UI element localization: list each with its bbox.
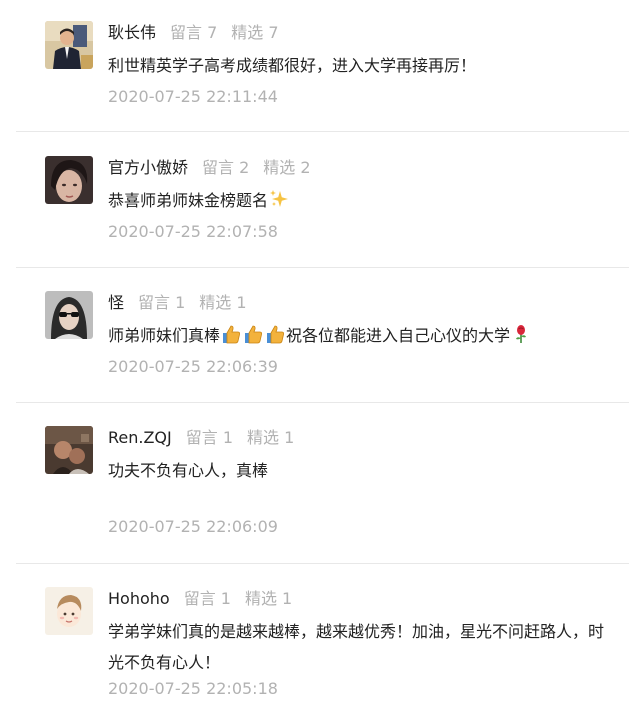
comment-text: 功夫不负有心人，真棒 [108, 461, 269, 480]
featured-count: 精选 7 [231, 23, 279, 42]
divider [16, 267, 629, 268]
nickname[interactable]: Hohoho [108, 589, 170, 608]
featured-count: 精选 1 [247, 428, 295, 447]
comment-time: 2020-07-25 22:07:58 [108, 222, 278, 241]
avatar[interactable] [45, 156, 93, 204]
nickname[interactable]: 官方小傲娇 [108, 158, 188, 177]
comment-time: 2020-07-25 22:11:44 [108, 87, 278, 106]
thumbs-up-icon [223, 325, 241, 344]
comment-meta: Ren.ZQJ 留言 1 精选 1 [108, 427, 294, 449]
thumbs-up-icon [245, 325, 263, 344]
comment-meta: Hohoho 留言 1 精选 1 [108, 588, 292, 610]
thumbs-up-icon [267, 325, 285, 344]
comment-meta: 官方小傲娇 留言 2 精选 2 [108, 157, 311, 179]
nickname[interactable]: 耿长伟 [108, 23, 156, 42]
divider [16, 402, 629, 403]
divider [16, 131, 629, 132]
sparkles-icon [270, 190, 289, 207]
avatar[interactable] [45, 426, 93, 474]
comment-meta: 怪留言 1 精选 1 [108, 292, 247, 314]
comment-meta: 耿长伟 留言 7 精选 7 [108, 22, 279, 44]
message-count: 留言 1 [185, 428, 234, 447]
comment-time: 2020-07-25 22:05:18 [108, 679, 278, 698]
message-count: 留言 7 [170, 23, 218, 42]
featured-count: 精选 2 [263, 158, 311, 177]
comment-text-body: 祝各位都能进入自己心仪的大学 [286, 326, 511, 345]
avatar-dark-hair-icon [45, 156, 93, 204]
comment-text-body: 师弟师妹们真棒 [108, 326, 221, 345]
message-count: 留言 1 [183, 589, 231, 608]
comment-time: 2020-07-25 22:06:39 [108, 357, 278, 376]
nickname[interactable]: Ren.ZQJ [108, 428, 172, 447]
comment-text: 学弟学妹们真的是越来越棒，越来越优秀！加油，星光不问赶路人，时光不负有心人！ [108, 622, 605, 672]
avatar-suit-man-icon [45, 21, 93, 69]
comment-text: 恭喜师弟师妹金榜题名 [108, 185, 613, 216]
comment-time: 2020-07-25 22:06:09 [108, 517, 278, 536]
nickname[interactable]: 怪 [108, 293, 124, 312]
comment-text-body: 恭喜师弟师妹金榜题名 [108, 191, 269, 210]
avatar-cartoon-icon [45, 587, 93, 635]
divider [16, 563, 629, 564]
avatar-sunglasses-icon [45, 291, 93, 339]
avatar[interactable] [45, 291, 93, 339]
featured-count: 精选 1 [199, 293, 247, 312]
comment-text: 师弟师妹们真棒 祝各位都能进入自己心仪的大学 [108, 320, 613, 351]
avatar-dim-photo-icon [45, 426, 93, 474]
rose-icon [516, 325, 527, 343]
comment-text: 利世精英学子高考成绩都很好，进入大学再接再厉！ [108, 56, 477, 75]
message-count: 留言 2 [202, 158, 250, 177]
message-count: 留言 1 [138, 293, 186, 312]
avatar[interactable] [45, 587, 93, 635]
comment-list: 耿长伟 留言 7 精选 7 利世精英学子高考成绩都很好，进入大学再接再厉！ 2020… [0, 0, 629, 709]
avatar[interactable] [45, 21, 93, 69]
featured-count: 精选 1 [244, 589, 293, 608]
